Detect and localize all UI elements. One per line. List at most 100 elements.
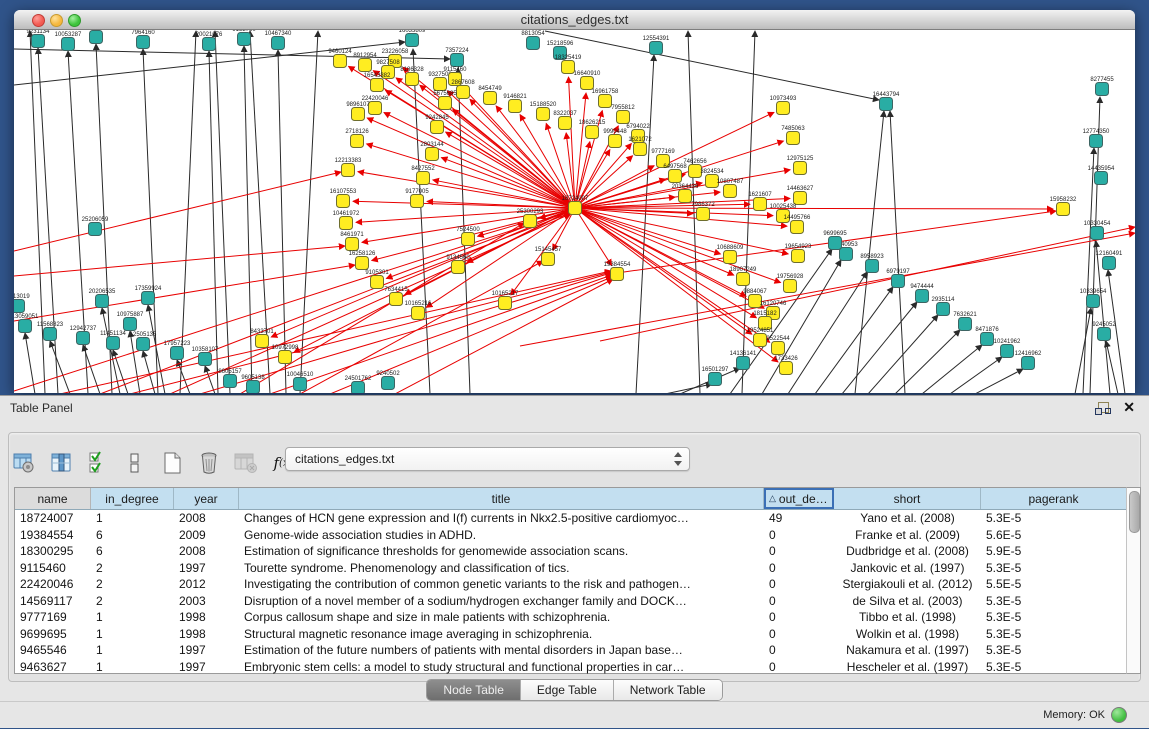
cell-in_degree[interactable]: 1 <box>91 626 174 643</box>
cell-in_degree[interactable]: 2 <box>91 576 174 593</box>
node-table[interactable]: namein_degreeyeartitle△out_de…shortpager… <box>14 487 1140 674</box>
cell-name[interactable]: 22420046 <box>15 576 91 593</box>
cell-pagerank[interactable]: 5.3E-5 <box>981 593 1127 610</box>
cell-year[interactable]: 1997 <box>174 560 239 577</box>
cell-in_degree[interactable]: 2 <box>91 593 174 610</box>
cell-pagerank[interactable]: 5.5E-5 <box>981 576 1127 593</box>
cell-in_degree[interactable]: 2 <box>91 560 174 577</box>
cell-pagerank[interactable]: 5.3E-5 <box>981 659 1127 676</box>
table-options-icon[interactable] <box>11 450 37 476</box>
cell-in_degree[interactable]: 1 <box>91 609 174 626</box>
cell-out_de[interactable]: 0 <box>764 659 834 676</box>
cell-year[interactable]: 2008 <box>174 510 239 527</box>
cell-year[interactable]: 1998 <box>174 626 239 643</box>
cell-title[interactable]: Changes of HCN gene expression and I(f) … <box>239 510 764 527</box>
cell-name[interactable]: 19384554 <box>15 527 91 544</box>
cell-out_de[interactable]: 0 <box>764 543 834 560</box>
cell-year[interactable]: 2008 <box>174 543 239 560</box>
close-panel-icon[interactable]: ✕ <box>1123 399 1135 416</box>
show-column-icon[interactable] <box>48 450 74 476</box>
tab-node-table[interactable]: Node Table <box>427 680 521 700</box>
cell-short[interactable]: Tibbo et al. (1998) <box>834 609 981 626</box>
cell-title[interactable]: Genome-wide association studies in ADHD. <box>239 527 764 544</box>
cell-title[interactable]: Estimation of significance thresholds fo… <box>239 543 764 560</box>
cell-year[interactable]: 1997 <box>174 642 239 659</box>
cell-in_degree[interactable]: 1 <box>91 642 174 659</box>
cell-title[interactable]: Structural magnetic resonance image aver… <box>239 626 764 643</box>
cell-short[interactable]: de Silva et al. (2003) <box>834 593 981 610</box>
cell-name[interactable]: 9777169 <box>15 609 91 626</box>
cell-out_de[interactable]: 0 <box>764 576 834 593</box>
cell-short[interactable]: Franke et al. (2009) <box>834 527 981 544</box>
cell-out_de[interactable]: 0 <box>764 527 834 544</box>
table-row[interactable]: 2242004622012Investigating the contribut… <box>15 576 1139 593</box>
column-header-out_de[interactable]: △out_de… <box>764 488 834 509</box>
cell-out_de[interactable]: 0 <box>764 626 834 643</box>
table-vertical-scrollbar[interactable] <box>1126 487 1141 674</box>
cell-pagerank[interactable]: 5.3E-5 <box>981 626 1127 643</box>
cell-title[interactable]: Investigating the contribution of common… <box>239 576 764 593</box>
cell-short[interactable]: Hescheler et al. (1997) <box>834 659 981 676</box>
cell-pagerank[interactable]: 5.9E-5 <box>981 543 1127 560</box>
cell-year[interactable]: 1998 <box>174 609 239 626</box>
cell-title[interactable]: Disruption of a novel member of a sodium… <box>239 593 764 610</box>
cell-short[interactable]: Nakamura et al. (1997) <box>834 642 981 659</box>
cell-name[interactable]: 18300295 <box>15 543 91 560</box>
tab-edge-table[interactable]: Edge Table <box>521 680 614 700</box>
cell-title[interactable]: Estimation of the future numbers of pati… <box>239 642 764 659</box>
cell-name[interactable]: 9463627 <box>15 659 91 676</box>
cell-year[interactable]: 2009 <box>174 527 239 544</box>
table-select-dropdown[interactable]: citations_edges.txt <box>285 447 690 471</box>
cell-in_degree[interactable]: 1 <box>91 659 174 676</box>
select-rows-icon[interactable] <box>85 450 111 476</box>
cell-pagerank[interactable]: 5.3E-5 <box>981 510 1127 527</box>
table-row[interactable]: 946554611997Estimation of the future num… <box>15 642 1139 659</box>
cell-short[interactable]: Wolkin et al. (1998) <box>834 626 981 643</box>
table-row[interactable]: 1456911722003Disruption of a novel membe… <box>15 593 1139 610</box>
cell-title[interactable]: Tourette syndrome. Phenomenology and cla… <box>239 560 764 577</box>
cell-in_degree[interactable]: 6 <box>91 543 174 560</box>
cell-title[interactable]: Corpus callosum shape and size in male p… <box>239 609 764 626</box>
cell-in_degree[interactable]: 6 <box>91 527 174 544</box>
cell-short[interactable]: Jankovic et al. (1997) <box>834 560 981 577</box>
cell-short[interactable]: Yano et al. (2008) <box>834 510 981 527</box>
column-header-title[interactable]: title <box>239 488 764 509</box>
cell-name[interactable]: 18724007 <box>15 510 91 527</box>
column-header-pagerank[interactable]: pagerank <box>981 488 1127 509</box>
table-row[interactable]: 946362711997Embryonic stem cells: a mode… <box>15 659 1139 676</box>
cell-pagerank[interactable]: 5.3E-5 <box>981 642 1127 659</box>
cell-name[interactable]: 9115460 <box>15 560 91 577</box>
cell-out_de[interactable]: 0 <box>764 642 834 659</box>
network-canvas[interactable]: 9231134100532871527660279641602002107691… <box>14 30 1135 393</box>
cell-year[interactable]: 2003 <box>174 593 239 610</box>
citation-network-graph[interactable]: 9231134100532871527660279641602002107691… <box>14 30 1135 393</box>
cell-out_de[interactable]: 0 <box>764 609 834 626</box>
cell-name[interactable]: 9699695 <box>15 626 91 643</box>
column-header-short[interactable]: short <box>834 488 981 509</box>
table-body[interactable]: 1872400712008Changes of HCN gene express… <box>15 510 1139 675</box>
cell-short[interactable]: Stergiakouli et al. (2012) <box>834 576 981 593</box>
table-header-row[interactable]: namein_degreeyeartitle△out_de…shortpager… <box>15 488 1139 510</box>
table-row[interactable]: 1830029562008Estimation of significance … <box>15 543 1139 560</box>
float-panel-icon[interactable] <box>1095 402 1109 415</box>
cell-pagerank[interactable]: 5.3E-5 <box>981 560 1127 577</box>
table-row[interactable]: 911546021997Tourette syndrome. Phenomeno… <box>15 560 1139 577</box>
cell-year[interactable]: 1997 <box>174 659 239 676</box>
cell-year[interactable]: 2012 <box>174 576 239 593</box>
column-header-in_degree[interactable]: in_degree <box>91 488 174 509</box>
tab-network-table[interactable]: Network Table <box>614 680 722 700</box>
cell-in_degree[interactable]: 1 <box>91 510 174 527</box>
cell-out_de[interactable]: 49 <box>764 510 834 527</box>
cell-pagerank[interactable]: 5.3E-5 <box>981 609 1127 626</box>
scrollbar-thumb[interactable] <box>1129 491 1140 533</box>
window-titlebar[interactable]: citations_edges.txt <box>14 10 1135 30</box>
table-row[interactable]: 1872400712008Changes of HCN gene express… <box>15 510 1139 527</box>
cell-pagerank[interactable]: 5.6E-5 <box>981 527 1127 544</box>
cell-out_de[interactable]: 0 <box>764 560 834 577</box>
cell-title[interactable]: Embryonic stem cells: a model to study s… <box>239 659 764 676</box>
table-row[interactable]: 977716911998Corpus callosum shape and si… <box>15 609 1139 626</box>
cell-name[interactable]: 14569117 <box>15 593 91 610</box>
column-header-year[interactable]: year <box>174 488 239 509</box>
cell-out_de[interactable]: 0 <box>764 593 834 610</box>
cell-short[interactable]: Dudbridge et al. (2008) <box>834 543 981 560</box>
